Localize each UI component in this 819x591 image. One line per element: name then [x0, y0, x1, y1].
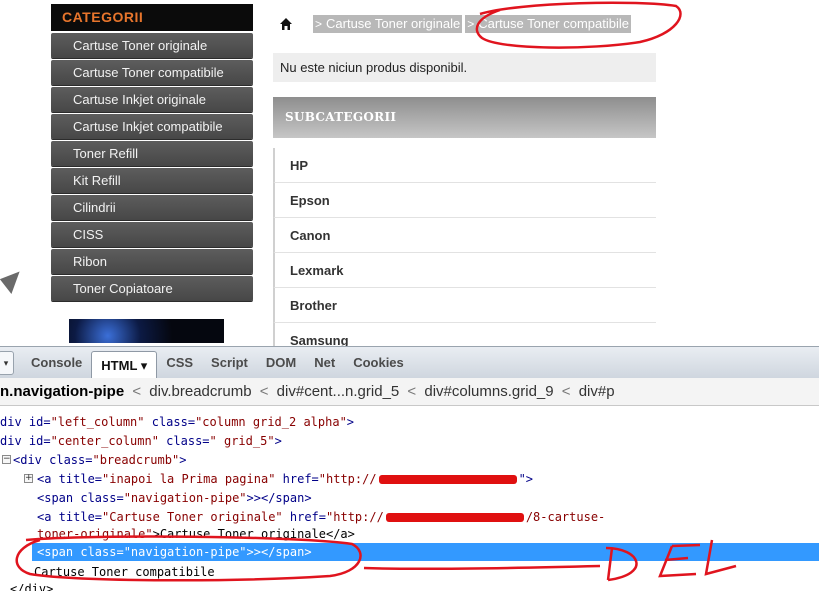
tab-dom[interactable]: DOM [257, 349, 305, 377]
redaction-mark [378, 475, 517, 484]
path-item-columns[interactable]: div#columns.grid_9 [424, 383, 553, 400]
code-line-home-link[interactable]: <a title="inapoi la Prima pagina" href="… [37, 471, 533, 487]
category-item-toner-copiatoare[interactable]: Toner Copiatoare [51, 276, 253, 301]
path-separator: < [132, 383, 142, 400]
html-source-panel: div id="left_column" class="column grid_… [0, 406, 819, 591]
collapse-toggle-icon[interactable]: − [2, 455, 11, 464]
path-current-element[interactable]: n.navigation-pipe [0, 383, 124, 400]
tab-cookies[interactable]: Cookies [344, 349, 413, 377]
subcategories-header: SUBCATEGORII [273, 97, 656, 138]
category-item-ribon[interactable]: Ribon [51, 249, 253, 274]
category-item-cartuse-inkjet-compatibile[interactable]: Cartuse Inkjet compatibile [51, 114, 253, 139]
category-item-ciss[interactable]: CISS [51, 222, 253, 247]
code-line-center-column[interactable]: div id="center_column" class=" grid_5"> [0, 433, 282, 449]
code-line-navigation-pipe-selected[interactable]: <span class="navigation-pipe">></span> [37, 544, 312, 560]
category-item-cartuse-toner-compatibile[interactable]: Cartuse Toner compatibile [51, 60, 253, 85]
subcategory-item-lexmark[interactable]: Lexmark [273, 253, 656, 288]
promo-image[interactable] [69, 319, 224, 343]
home-icon[interactable] [279, 17, 293, 31]
carousel-arrow-icon[interactable] [0, 265, 20, 295]
breadcrumb: > Cartuse Toner originale > Cartuse Tone… [273, 14, 631, 34]
path-item-page[interactable]: div#p [579, 383, 615, 400]
tab-net[interactable]: Net [305, 349, 344, 377]
category-item-cilindrii[interactable]: Cilindrii [51, 195, 253, 220]
breadcrumb-current: Cartuse Toner compatibile [476, 15, 631, 33]
categories-header: CATEGORII [51, 4, 253, 31]
devtools-tabbar: ▾ Console HTML ▾ CSS Script DOM Net Cook… [0, 346, 819, 379]
category-item-kit-refill[interactable]: Kit Refill [51, 168, 253, 193]
breadcrumb-link-toner-originale[interactable]: Cartuse Toner originale [324, 15, 463, 33]
path-item-breadcrumb[interactable]: div.breadcrumb [149, 383, 251, 400]
code-line-breadcrumb-div[interactable]: <div class="breadcrumb"> [13, 452, 186, 468]
code-line-navigation-pipe-1[interactable]: <span class="navigation-pipe">></span> [37, 490, 312, 506]
code-line-originale-link-cont[interactable]: toner-originale">Cartuse Toner originale… [37, 526, 355, 542]
code-line-originale-link[interactable]: <a title="Cartuse Toner originale" href=… [37, 509, 605, 525]
path-separator: < [259, 383, 269, 400]
devtools-menu-button[interactable]: ▾ [0, 350, 14, 375]
no-product-message: Nu este niciun produs disponibil. [273, 53, 656, 82]
code-line-div-close: </div> [10, 582, 54, 591]
categories-list: Cartuse Toner originale Cartuse Toner co… [51, 31, 253, 301]
annotation-label: DEL [0, 0, 1, 1]
path-separator: < [407, 383, 417, 400]
subcategory-item-hp[interactable]: HP [273, 148, 656, 183]
subcategory-item-canon[interactable]: Canon [273, 218, 656, 253]
tab-css[interactable]: CSS [157, 349, 202, 377]
subcategory-item-brother[interactable]: Brother [273, 288, 656, 323]
breadcrumb-separator: > [313, 15, 325, 33]
category-item-toner-refill[interactable]: Toner Refill [51, 141, 253, 166]
code-line-left-column[interactable]: div id="left_column" class="column grid_… [0, 414, 354, 430]
tab-html[interactable]: HTML ▾ [91, 350, 158, 379]
tab-script[interactable]: Script [202, 349, 257, 377]
category-item-cartuse-inkjet-originale[interactable]: Cartuse Inkjet originale [51, 87, 253, 112]
element-path-bar: n.navigation-pipe < div.breadcrumb < div… [0, 378, 819, 406]
subcategories-list: HP Epson Canon Lexmark Brother Samsung [273, 148, 656, 358]
subcategory-item-epson[interactable]: Epson [273, 183, 656, 218]
tab-console[interactable]: Console [22, 349, 91, 377]
expand-toggle-icon[interactable]: + [24, 474, 33, 483]
path-separator: < [561, 383, 571, 400]
category-item-cartuse-toner-originale[interactable]: Cartuse Toner originale [51, 33, 253, 58]
code-line-text-node[interactable]: Cartuse Toner compatibile [34, 564, 215, 580]
path-item-center-column[interactable]: div#cent...n.grid_5 [277, 383, 400, 400]
breadcrumb-separator: > [465, 15, 477, 33]
redaction-mark [385, 513, 524, 522]
